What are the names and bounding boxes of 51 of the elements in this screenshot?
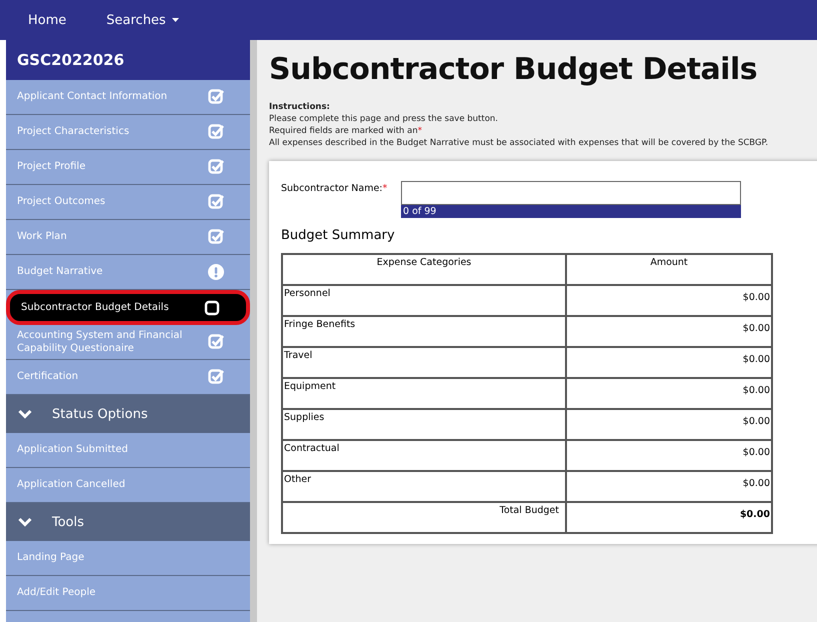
instruction-text: Please complete this page and press the save button. (269, 113, 500, 125)
sidebar-item[interactable]: Project Profile (6, 150, 250, 185)
sidebar-item[interactable]: Project Outcomes (6, 185, 250, 220)
table-cell: Contractual (282, 440, 566, 471)
column-header: Amount (566, 254, 772, 285)
instructions-heading: Instructions: (269, 101, 331, 113)
sidebar-item[interactable]: Project Characteristics (6, 115, 250, 150)
section-header[interactable]: Status Options (6, 395, 250, 433)
subcontractor-name-field[interactable] (401, 181, 741, 205)
table-cell: Travel (282, 347, 566, 378)
page-title: Subcontractor Budget Details (269, 52, 758, 87)
nav-link[interactable]: Home (28, 12, 66, 28)
sidebar-item[interactable]: Subcontractor Budget Details (6, 290, 250, 325)
scrollbar[interactable] (250, 40, 257, 622)
table-cell: $0.00 (566, 378, 772, 409)
table-cell: Supplies (282, 409, 566, 440)
sidebar-item[interactable]: Accounting System and Financial Capability Questionaire (6, 325, 250, 360)
table-cell: Personnel (282, 285, 566, 316)
section-heading: Budget Summary (281, 228, 396, 243)
total-label: Total Budget (282, 502, 566, 533)
sidebar-item[interactable]: Work Plan (6, 220, 250, 255)
sidebar-item-label: Work Plan (17, 230, 67, 244)
column-header: Expense Categories (282, 254, 566, 285)
table-cell: Equipment (282, 378, 566, 409)
application-id: GSC2022026 (6, 40, 250, 80)
table-cell: Other (282, 471, 566, 502)
nav-link[interactable]: Searches (106, 12, 179, 28)
sidebar-item-label: Project Profile (17, 160, 86, 174)
table-cell: $0.00 (566, 285, 772, 316)
table-cell: $0.00 (566, 440, 772, 471)
sidebar-item-label: Subcontractor Budget Details (21, 300, 169, 314)
sidebar-item[interactable]: Applicant Contact Information (6, 80, 250, 115)
sidebar-item-label: Budget Narrative (17, 265, 103, 279)
table-cell: $0.00 (566, 316, 772, 347)
table-cell: $0.00 (566, 409, 772, 440)
sidebar-item-label: Project Outcomes (17, 195, 106, 209)
sidebar-item-label: Project Characteristics (17, 125, 130, 139)
table-cell: $0.00 (566, 471, 772, 502)
field-label: Subcontractor Name:* (281, 182, 388, 196)
table-cell: Fringe Benefits (282, 316, 566, 347)
sidebar-item-label: Applicant Contact Information (17, 90, 168, 104)
instruction-text: Required fields are marked with an* (269, 125, 423, 137)
sidebar-item-label: Certification (17, 370, 78, 384)
section-title: Tools (52, 514, 84, 530)
instruction-text: All expenses described in the Budget Narrative must be associated with expenses that will be covered by the SCBGP. (269, 137, 770, 149)
table-cell: $0.00 (566, 347, 772, 378)
section-header[interactable]: Tools (6, 503, 250, 541)
section-title: Status Options (52, 406, 148, 422)
total-amount: $0.00 (566, 502, 772, 533)
sidebar-item-label: Accounting System and Financial Capability Questionaire (17, 328, 184, 356)
character-counter: 0 of 99 (401, 205, 741, 218)
